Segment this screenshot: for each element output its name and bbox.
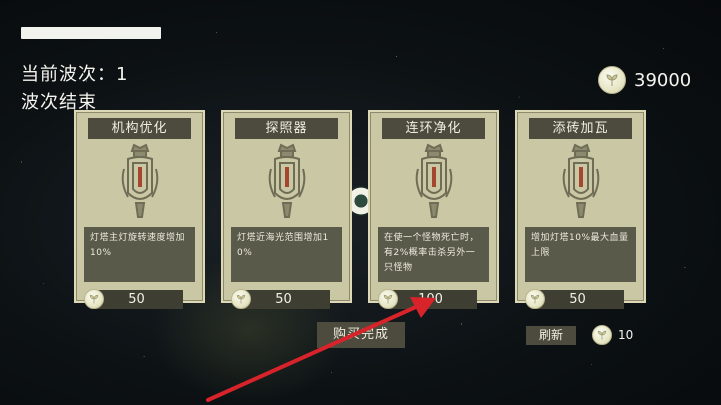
coins-value: 39000 [634, 69, 692, 91]
lighthouse-tower-icon [562, 143, 600, 218]
coin-leaf-icon [84, 289, 104, 309]
upgrade-card-2[interactable]: 探照器 灯塔近海光范围增加10% 50 [221, 110, 352, 309]
upgrade-card-3[interactable]: 连环净化 在使一个怪物死亡时，有2%概率击杀另外一只怪物 100 [368, 110, 499, 309]
health-bar [21, 27, 161, 39]
card-description: 在使一个怪物死亡时，有2%概率击杀另外一只怪物 [378, 227, 489, 282]
coin-leaf-icon [378, 289, 398, 309]
coin-counter: 39000 [598, 66, 691, 94]
coin-leaf-icon [525, 289, 545, 309]
coin-leaf-icon [592, 325, 612, 345]
card-description: 增加灯塔10%最大血量上限 [525, 227, 636, 282]
card-price[interactable]: 50 [231, 289, 330, 309]
coin-leaf-icon [598, 66, 626, 94]
refresh-button[interactable]: 刷新 [526, 326, 576, 345]
card-price-value: 100 [418, 292, 443, 307]
lighthouse-tower-icon [268, 143, 306, 218]
card-price[interactable]: 50 [525, 289, 624, 309]
card-title: 添砖加瓦 [529, 118, 632, 139]
card-price-value: 50 [275, 292, 292, 307]
wave-label: 当前波次：1 [21, 64, 129, 85]
card-description: 灯塔近海光范围增加10% [231, 227, 342, 282]
upgrade-card-1[interactable]: 机构优化 灯塔主灯旋转速度增加10% 50 [74, 110, 205, 309]
card-price-value: 50 [569, 292, 586, 307]
card-price-value: 50 [128, 292, 145, 307]
card-title: 连环净化 [382, 118, 485, 139]
card-description: 灯塔主灯旋转速度增加10% [84, 227, 195, 282]
card-title: 机构优化 [88, 118, 191, 139]
card-price[interactable]: 100 [378, 289, 477, 309]
card-title: 探照器 [235, 118, 338, 139]
refresh-cost: 10 [592, 325, 633, 345]
card-price[interactable]: 50 [84, 289, 183, 309]
refresh-cost-value: 10 [618, 328, 634, 342]
lighthouse-tower-icon [415, 143, 453, 218]
coin-leaf-icon [231, 289, 251, 309]
lighthouse-tower-icon [121, 143, 159, 218]
upgrade-card-4[interactable]: 添砖加瓦 增加灯塔10%最大血量上限 50 [515, 110, 646, 309]
purchase-complete-button[interactable]: 购买完成 [317, 322, 405, 348]
